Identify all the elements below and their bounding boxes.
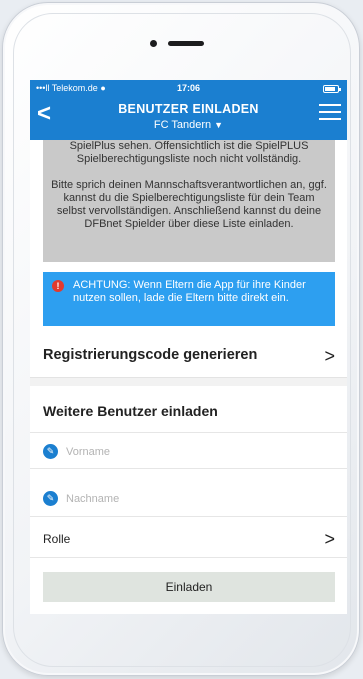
invite-heading: Weitere Benutzer einladen (43, 403, 218, 419)
last-name-row: ✎ (30, 480, 347, 517)
generate-code-label: Registrierungscode generieren (43, 347, 258, 363)
hamburger-menu-icon[interactable] (319, 104, 341, 121)
role-label: Rolle (43, 532, 71, 546)
clock: 17:06 (176, 83, 201, 93)
team-selector[interactable]: FC Tandern ▼ (30, 119, 347, 131)
app-screen: •••ll Telekom.de ● 17:06 < BENUTZER EINL… (30, 80, 347, 614)
warning-text: ACHTUNG: Wenn Eltern die App für ihre Ki… (73, 279, 306, 304)
pencil-icon: ✎ (43, 444, 58, 459)
team-name: FC Tandern (153, 119, 212, 131)
invite-button[interactable]: Einladen (43, 572, 335, 602)
status-bar: •••ll Telekom.de ● 17:06 (30, 80, 347, 98)
battery-icon (323, 85, 341, 93)
info-paragraph-1: SpielPlus sehen. Offensichtlich ist die … (69, 140, 309, 165)
last-name-input[interactable] (66, 490, 316, 507)
invite-section-header: Weitere Benutzer einladen (30, 386, 347, 430)
first-name-row: ✎ (30, 432, 347, 469)
generate-code-row[interactable]: Registrierungscode generieren > (30, 334, 347, 378)
page-title: BENUTZER EINLADEN (118, 102, 259, 116)
chevron-right-icon: > (324, 346, 335, 366)
info-box: SpielPlus sehen. Offensichtlich ist die … (43, 140, 335, 262)
info-paragraph-2: Bitte sprich deinen Mannschaftsverantwor… (51, 179, 327, 230)
front-camera (150, 40, 157, 47)
pencil-icon: ✎ (43, 491, 58, 506)
first-name-input[interactable] (66, 443, 316, 460)
battery-level (325, 87, 335, 91)
role-selector[interactable]: Rolle > (30, 520, 347, 558)
earpiece-speaker (168, 41, 204, 46)
chevron-down-icon: ▼ (214, 120, 224, 130)
navigation-bar: •••ll Telekom.de ● 17:06 < BENUTZER EINL… (30, 80, 347, 140)
section-separator (30, 378, 347, 386)
chevron-right-icon: > (324, 529, 335, 549)
warning-icon: ! (52, 280, 64, 292)
warning-banner: ! ACHTUNG: Wenn Eltern die App für ihre … (43, 272, 335, 326)
